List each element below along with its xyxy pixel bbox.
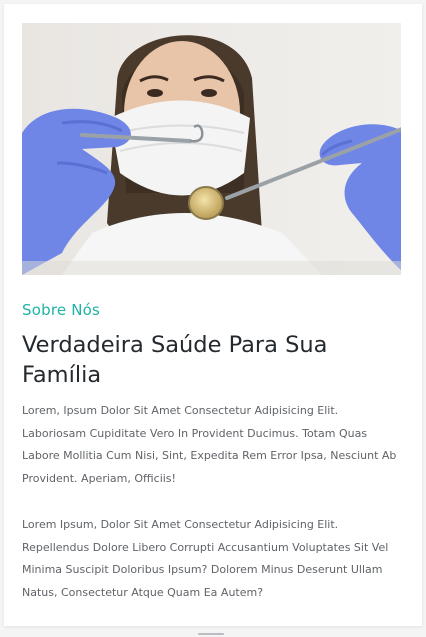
about-section: Sobre Nós Verdadeira Saúde Para Sua Famí… [4, 4, 422, 626]
about-paragraph-1: Lorem, Ipsum Dolor Sit Amet Consectetur … [22, 404, 397, 486]
section-title: Verdadeira Saúde Para Sua Família [22, 332, 328, 388]
page: Sobre Nós Verdadeira Saúde Para Sua Famí… [0, 0, 426, 637]
about-paragraph-2: Lorem Ipsum, Dolor Sit Amet Consectetur … [22, 518, 389, 600]
dentist-photo [22, 23, 401, 275]
dentist-illustration [22, 23, 401, 275]
section-eyebrow: Sobre Nós [22, 301, 101, 319]
scroll-indicator[interactable] [198, 633, 224, 635]
